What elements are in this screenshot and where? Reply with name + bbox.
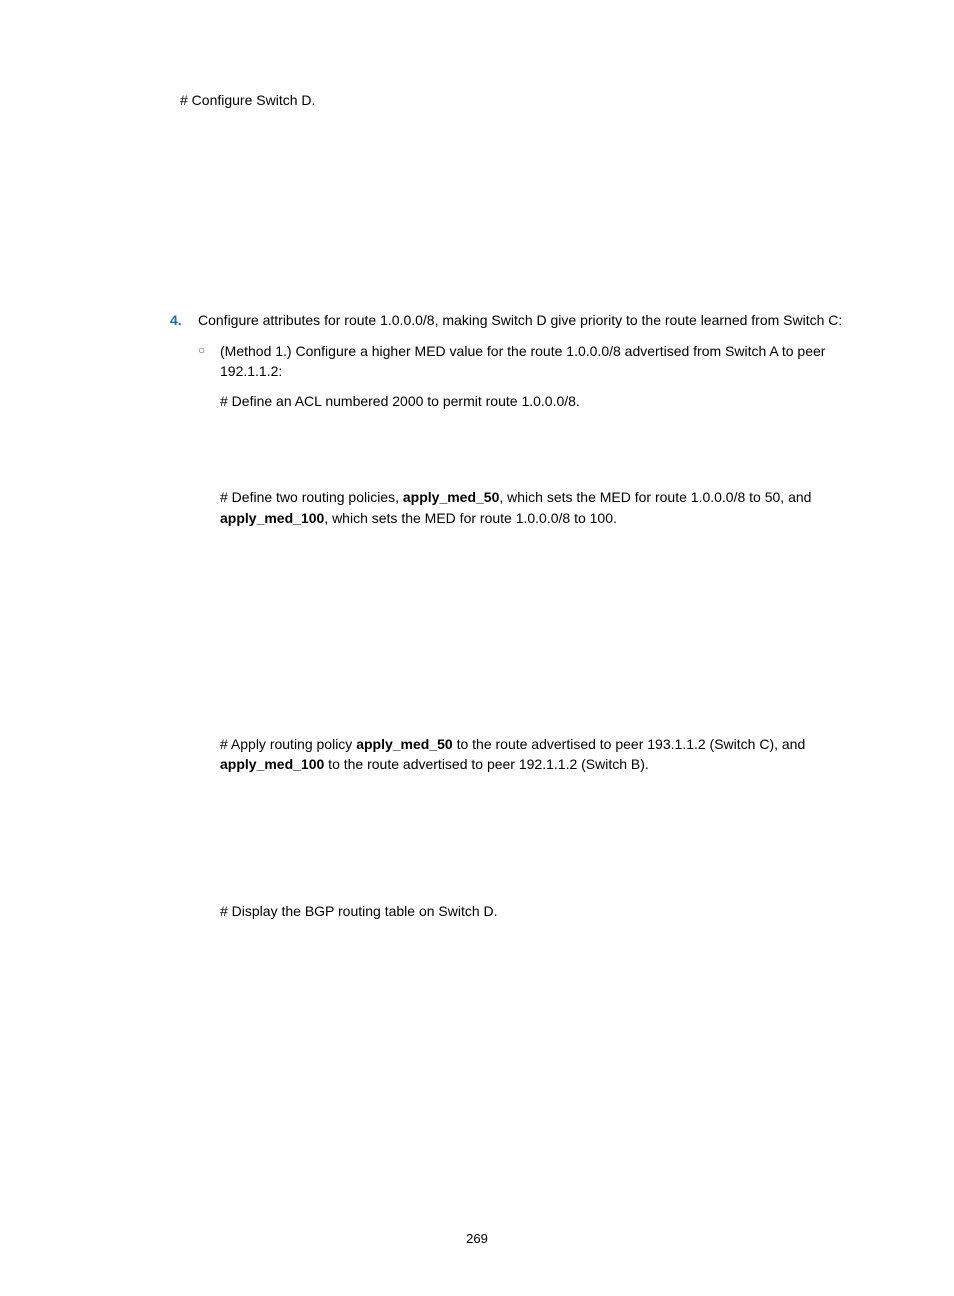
bullet-marker: ○	[198, 341, 220, 382]
text-fragment: to the route advertised to peer 193.1.1.…	[453, 736, 806, 752]
page-number: 269	[0, 1231, 954, 1246]
text-fragment: , which sets the MED for route 1.0.0.0/8…	[324, 510, 617, 526]
policy-name-bold: apply_med_50	[356, 736, 453, 752]
sub-bullet: ○ (Method 1.) Configure a higher MED val…	[198, 341, 864, 382]
step-text: Configure attributes for route 1.0.0.0/8…	[198, 310, 864, 330]
bullet-text: (Method 1.) Configure a higher MED value…	[220, 341, 864, 382]
instruction-display-table: # Display the BGP routing table on Switc…	[220, 901, 864, 921]
text-fragment: # Define two routing policies,	[220, 489, 403, 505]
top-instruction: # Configure Switch D.	[180, 90, 864, 110]
policy-name-bold: apply_med_100	[220, 756, 324, 772]
numbered-step: 4. Configure attributes for route 1.0.0.…	[180, 310, 864, 330]
instruction-apply-policy: # Apply routing policy apply_med_50 to t…	[220, 734, 864, 775]
page-body: # Configure Switch D. 4. Configure attri…	[0, 0, 954, 921]
policy-name-bold: apply_med_50	[403, 489, 500, 505]
step-number: 4.	[170, 310, 198, 330]
spacer	[180, 419, 864, 479]
spacer	[180, 536, 864, 726]
instruction-define-policies: # Define two routing policies, apply_med…	[220, 487, 864, 528]
text-fragment: , which sets the MED for route 1.0.0.0/8…	[499, 489, 811, 505]
spacer	[180, 783, 864, 893]
text-fragment: to the route advertised to peer 192.1.1.…	[324, 756, 649, 772]
instruction-acl: # Define an ACL numbered 2000 to permit …	[220, 391, 864, 411]
text-fragment: # Apply routing policy	[220, 736, 356, 752]
policy-name-bold: apply_med_100	[220, 510, 324, 526]
